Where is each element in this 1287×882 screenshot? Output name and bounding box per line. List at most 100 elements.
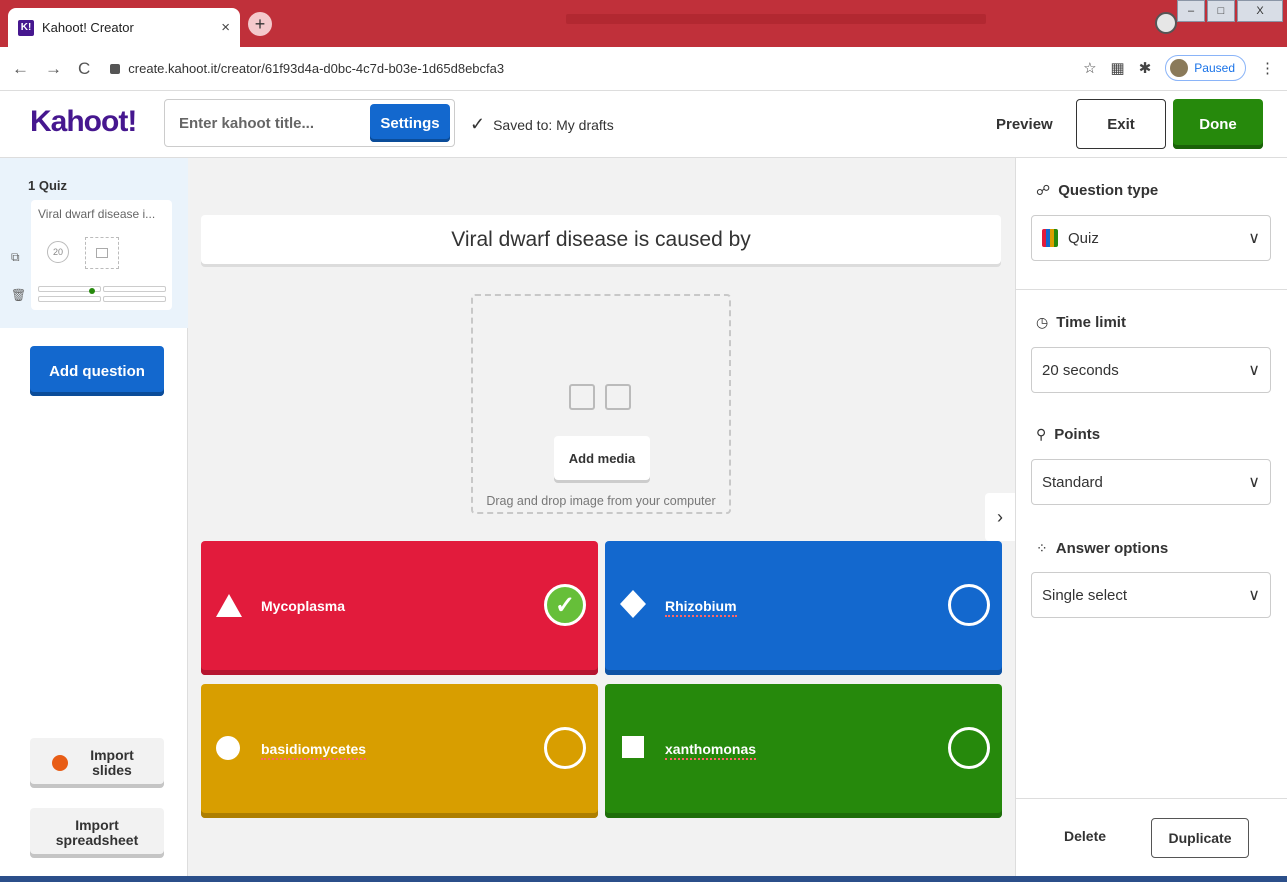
import-slides-label: Import slides <box>90 747 134 778</box>
collapse-panel-icon[interactable]: › <box>985 493 1015 541</box>
image-icon <box>569 384 595 410</box>
question-type-value: Quiz <box>1068 229 1099 247</box>
question-type-label: Question type <box>1058 182 1159 199</box>
media-dropzone[interactable]: Add media Drag and drop image from your … <box>471 294 731 514</box>
diamond-icon <box>620 590 646 618</box>
slide-timer: 20 <box>47 241 69 263</box>
duplicate-button[interactable]: Duplicate <box>1151 818 1249 858</box>
browser-titlebar: K! Kahoot! Creator × + – □ X <box>0 0 1287 47</box>
time-limit-value: 20 seconds <box>1042 361 1119 379</box>
question-type-heading: ☍ Question type <box>1036 182 1158 199</box>
profile-paused-button[interactable]: Paused <box>1165 55 1246 81</box>
question-type-icon: ☍ <box>1036 182 1051 198</box>
thumb-answer-bar <box>38 296 101 302</box>
exit-button[interactable]: Exit <box>1076 99 1166 149</box>
question-title-field[interactable]: Viral dwarf disease is caused by <box>201 215 1001 264</box>
chevron-down-icon: ∨ <box>1248 230 1260 247</box>
slide-sidebar: 1 Quiz ⧉ 🗑 Viral dwarf disease i... 20 A… <box>0 158 188 882</box>
import-slides-button[interactable]: Import slides <box>30 738 164 788</box>
points-heading: ⚲ Points <box>1036 426 1100 443</box>
back-icon[interactable]: ← <box>12 59 29 79</box>
divider <box>1016 798 1287 799</box>
answer-option-3[interactable]: basidiomycetes <box>201 684 598 818</box>
slide-type: Quiz <box>38 178 68 193</box>
checkmark-icon: ✓ <box>470 114 486 134</box>
triangle-icon <box>216 594 242 617</box>
correct-answer-toggle[interactable] <box>948 727 990 769</box>
add-media-button[interactable]: Add media <box>554 436 650 480</box>
browser-menu-icon[interactable]: ⋮ <box>1260 59 1275 77</box>
add-question-button[interactable]: Add question <box>30 346 164 396</box>
reload-icon[interactable]: C <box>78 59 90 79</box>
slide-thumbnail[interactable]: Viral dwarf disease i... 20 <box>31 200 172 310</box>
new-tab-button[interactable]: + <box>248 12 272 36</box>
media-hint: Drag and drop image from your computer <box>486 494 716 508</box>
settings-button[interactable]: Settings <box>370 104 450 142</box>
import-spreadsheet-label: Import spreadsheet <box>55 817 139 848</box>
paused-label: Paused <box>1194 61 1235 75</box>
done-button[interactable]: Done <box>1173 99 1263 149</box>
slide-thumbnail-title: Viral dwarf disease i... <box>38 207 156 221</box>
save-status: ✓ Saved to: My drafts <box>470 114 614 135</box>
answer-text[interactable]: basidiomycetes <box>261 741 367 760</box>
forward-icon[interactable]: → <box>45 59 62 79</box>
answer-text[interactable]: Rhizobium <box>665 598 737 617</box>
correct-answer-toggle[interactable]: ✓ <box>544 584 586 626</box>
chevron-down-icon: ∨ <box>1248 362 1260 379</box>
address-bar: ← → C create.kahoot.it/creator/61f93d4a-… <box>0 47 1287 91</box>
slide-number: 1 <box>28 178 36 193</box>
window-caption-blur <box>566 14 986 24</box>
media-icons <box>569 384 631 410</box>
answer-text[interactable]: Mycoplasma <box>261 598 345 614</box>
app-header: Kahoot! Enter kahoot title... Settings ✓… <box>0 91 1287 158</box>
powerpoint-icon <box>52 755 68 771</box>
duplicate-slide-icon[interactable]: ⧉ <box>11 250 20 265</box>
chevron-down-icon: ∨ <box>1248 474 1260 491</box>
answer-text[interactable]: xanthomonas <box>665 741 757 760</box>
browser-profile-icon[interactable] <box>1155 12 1177 34</box>
close-window-button[interactable]: X <box>1237 0 1283 22</box>
kahoot-title-field[interactable]: Enter kahoot title... Settings <box>164 99 455 147</box>
circle-icon <box>216 736 240 760</box>
kahoot-logo[interactable]: Kahoot! <box>30 105 137 139</box>
question-settings-panel: ☍ Question type Quiz ∨ ◷ Time limit 20 s… <box>1015 158 1287 882</box>
browser-tab[interactable]: K! Kahoot! Creator × <box>8 8 240 47</box>
maximize-button[interactable]: □ <box>1207 0 1235 22</box>
preview-button[interactable]: Preview <box>996 116 1053 133</box>
minimize-button[interactable]: – <box>1177 0 1205 22</box>
chevron-down-icon: ∨ <box>1248 587 1260 604</box>
answer-options-heading: ⁘ Answer options <box>1036 540 1168 557</box>
tab-close-icon[interactable]: × <box>221 19 230 36</box>
kahoot-favicon-icon: K! <box>18 19 34 36</box>
clock-icon: ◷ <box>1036 314 1049 330</box>
answer-option-4[interactable]: xanthomonas <box>605 684 1002 818</box>
medal-icon: ⚲ <box>1036 426 1047 442</box>
delete-slide-icon[interactable]: 🗑 <box>11 288 26 302</box>
avatar <box>1170 59 1189 77</box>
time-limit-select[interactable]: 20 seconds ∨ <box>1031 347 1271 393</box>
lock-icon <box>110 63 121 74</box>
divider <box>1016 289 1287 290</box>
points-select[interactable]: Standard ∨ <box>1031 459 1271 505</box>
extensions-icon[interactable]: ✱ <box>1139 59 1152 77</box>
apps-grid-icon[interactable]: ▦ <box>1111 59 1125 77</box>
thumb-answer-bar <box>103 286 166 292</box>
answer-options-select[interactable]: Single select ∨ <box>1031 572 1271 618</box>
answer-option-1[interactable]: Mycoplasma ✓ <box>201 541 598 675</box>
slide-heading: 1 Quiz <box>28 178 67 193</box>
tab-title: Kahoot! Creator <box>42 20 134 35</box>
delete-button[interactable]: Delete <box>1064 828 1106 844</box>
import-spreadsheet-button[interactable]: Import spreadsheet <box>30 808 164 858</box>
title-placeholder[interactable]: Enter kahoot title... <box>179 115 370 132</box>
correct-answer-toggle[interactable] <box>948 584 990 626</box>
answer-options-value: Single select <box>1042 586 1128 604</box>
answer-option-2[interactable]: Rhizobium <box>605 541 1002 675</box>
correct-answer-toggle[interactable] <box>544 727 586 769</box>
browser-actions: ☆ ▦ ✱ Paused ⋮ <box>1083 55 1275 81</box>
url-field[interactable]: create.kahoot.it/creator/61f93d4a-d0bc-4… <box>110 61 504 76</box>
window-controls: – □ X <box>1177 0 1283 22</box>
slide-list-item[interactable]: 1 Quiz ⧉ 🗑 Viral dwarf disease i... 20 <box>0 158 188 328</box>
question-type-select[interactable]: Quiz ∨ <box>1031 215 1271 261</box>
bookmark-star-icon[interactable]: ☆ <box>1083 59 1096 77</box>
answer-options-label: Answer options <box>1055 540 1169 557</box>
